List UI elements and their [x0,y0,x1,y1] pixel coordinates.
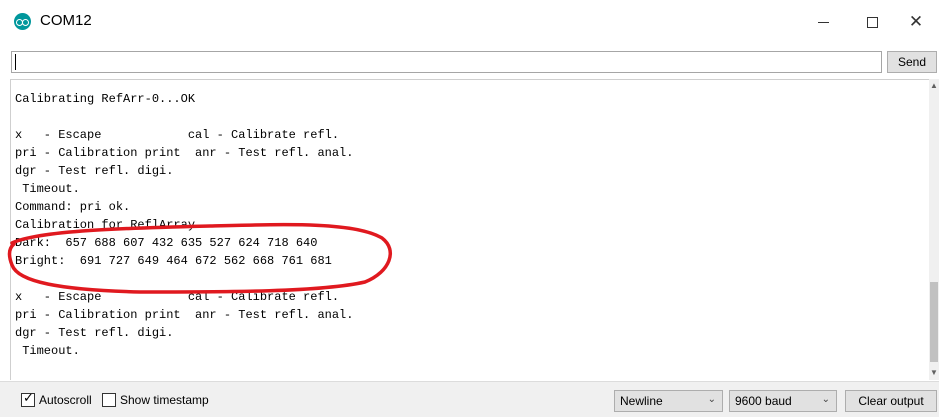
scroll-thumb[interactable] [930,282,938,362]
chevron-down-icon: ⌄ [707,394,716,405]
close-button[interactable]: ✕ [893,0,939,44]
output-line: x - Escape cal - Calibrate refl. [15,290,340,304]
output-line: dgr - Test refl. digi. [15,326,174,340]
show-timestamp-label: Show timestamp [120,393,209,407]
line-ending-select[interactable]: Newline ⌄ [614,390,723,412]
vertical-scrollbar[interactable]: ▲ ▼ [929,79,939,380]
output-line: pri - Calibration print anr - Test refl.… [15,146,354,160]
output-line: Dark: 657 688 607 432 635 527 624 718 64… [15,236,318,250]
arduino-icon [14,13,31,30]
line-ending-value: Newline [620,394,663,408]
autoscroll-checkbox[interactable]: ✓ [21,391,35,407]
maximize-icon [866,16,878,28]
output-line: dgr - Test refl. digi. [15,164,174,178]
autoscroll-label: Autoscroll [39,393,92,407]
checkmark-icon: ✓ [23,391,34,406]
baud-rate-select[interactable]: 9600 baud ⌄ [729,390,837,412]
output-line: Command: pri ok. [15,200,131,214]
close-icon: ✕ [908,11,924,32]
minimize-icon [817,21,829,23]
command-input[interactable] [11,51,882,73]
show-timestamp-checkbox[interactable] [102,393,116,407]
baud-rate-value: 9600 baud [735,394,792,408]
output-line: Calibration for ReflArray. [15,218,203,232]
minimize-button[interactable] [800,0,846,44]
output-line: Bright: 691 727 649 464 672 562 668 761 … [15,254,332,268]
window-title: COM12 [40,12,92,29]
output-lines: Calibrating RefArr-0...OK x - Escape cal … [15,90,353,360]
scroll-up-icon[interactable]: ▲ [929,81,939,91]
title-bar: COM12 ✕ [0,0,939,44]
output-line: pri - Calibration print anr - Test refl.… [15,308,354,322]
command-row: Send [0,44,939,77]
scroll-down-icon[interactable]: ▼ [929,368,939,378]
output-line: Timeout. [15,344,80,358]
serial-monitor-window: COM12 ✕ Send Calibrating RefArr-0...OK x … [0,0,939,417]
maximize-button[interactable] [849,0,895,44]
bottom-bar: ✓ Autoscroll Show timestamp Newline ⌄ 96… [0,381,939,417]
serial-output[interactable]: Calibrating RefArr-0...OK x - Escape cal … [10,79,939,380]
text-caret [15,54,16,70]
output-line: Timeout. [15,182,80,196]
send-button[interactable]: Send [887,51,937,73]
output-line: Calibrating RefArr-0...OK [15,92,196,106]
output-line: x - Escape cal - Calibrate refl. [15,128,340,142]
clear-output-button[interactable]: Clear output [845,390,937,412]
chevron-down-icon: ⌄ [821,394,830,405]
